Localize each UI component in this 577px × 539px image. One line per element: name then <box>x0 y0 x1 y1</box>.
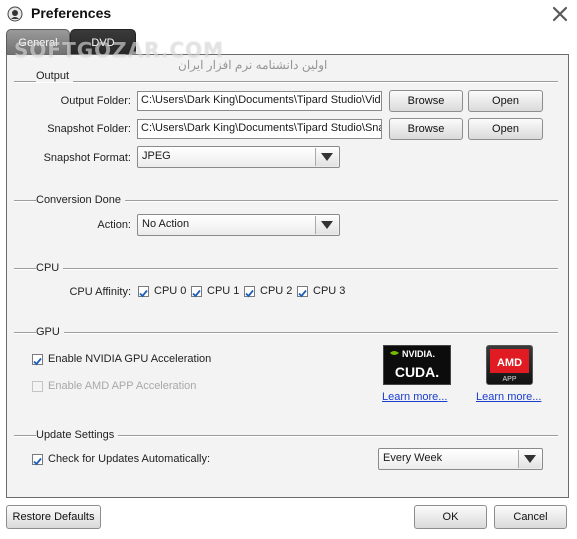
gpu-divider <box>14 332 558 334</box>
app-logo-icon <box>7 6 23 22</box>
nvidia-learn-more-link[interactable]: Learn more... <box>382 391 447 403</box>
chevron-down-icon[interactable] <box>518 450 541 468</box>
cancel-button[interactable]: Cancel <box>494 505 567 529</box>
snapshot-folder-field[interactable]: C:\Users\Dark King\Documents\Tipard Stud… <box>137 119 382 139</box>
cpu2-checkbox[interactable] <box>244 286 255 298</box>
amd-learn-more-link[interactable]: Learn more... <box>476 391 541 403</box>
snapshot-browse-button[interactable]: Browse <box>389 118 463 140</box>
cpu0-label: CPU 0 <box>154 285 187 297</box>
cpu0-checkbox[interactable] <box>138 286 149 298</box>
update-frequency-select[interactable]: Every Week <box>378 448 543 470</box>
action-label: Action: <box>97 219 131 231</box>
window-title: Preferences <box>31 5 112 21</box>
snapshot-format-label: Snapshot Format: <box>43 152 131 164</box>
output-section-label: Output <box>36 70 74 82</box>
output-folder-field[interactable]: C:\Users\Dark King\Documents\Tipard Stud… <box>137 91 382 111</box>
cuda-logo-text: CUDA. <box>395 364 439 380</box>
cpu1-label: CPU 1 <box>207 285 240 297</box>
output-folder-label: Output Folder: <box>60 95 131 107</box>
ok-button[interactable]: OK <box>414 505 487 529</box>
amd-logo-text: AMD <box>497 357 522 369</box>
chevron-down-icon[interactable] <box>315 216 338 234</box>
title-bar: Preferences <box>0 0 577 28</box>
nvidia-cuda-logo: NVIDIA. CUDA. <box>383 345 451 385</box>
snapshot-format-value: JPEG <box>142 150 171 162</box>
action-value: No Action <box>142 218 190 230</box>
app-logo-text: APP <box>502 376 516 383</box>
snapshot-format-select[interactable]: JPEG <box>137 146 340 168</box>
output-browse-button[interactable]: Browse <box>389 90 463 112</box>
check-updates-label: Check for Updates Automatically: <box>48 453 211 465</box>
nvidia-gpu-label: Enable NVIDIA GPU Acceleration <box>48 353 212 365</box>
cpu3-label: CPU 3 <box>313 285 346 297</box>
snapshot-folder-label: Snapshot Folder: <box>47 123 131 135</box>
nvidia-logo-text: NVIDIA. <box>402 349 435 359</box>
restore-defaults-button[interactable]: Restore Defaults <box>6 505 101 529</box>
watermark-subtext: اولین دانشنامه نرم افزار ایران <box>178 58 328 72</box>
nvidia-gpu-checkbox[interactable] <box>32 354 43 366</box>
chevron-down-icon[interactable] <box>315 148 338 166</box>
output-divider <box>14 81 558 83</box>
snapshot-open-button[interactable]: Open <box>468 118 543 140</box>
close-icon[interactable] <box>551 5 569 23</box>
update-section-label: Update Settings <box>36 429 119 441</box>
cpu2-label: CPU 2 <box>260 285 293 297</box>
cpu-affinity-label: CPU Affinity: <box>69 286 131 298</box>
amd-app-logo: AMD APP <box>486 345 533 385</box>
update-frequency-value: Every Week <box>383 452 443 464</box>
cpu-section-label: CPU <box>36 262 64 274</box>
conversion-section-label: Conversion Done <box>36 194 125 206</box>
check-icon <box>245 289 254 298</box>
amd-gpu-checkbox[interactable] <box>32 381 43 392</box>
cpu-divider <box>14 268 558 270</box>
check-icon <box>139 289 148 298</box>
cpu3-checkbox[interactable] <box>297 286 308 298</box>
action-select[interactable]: No Action <box>137 214 340 236</box>
gpu-section-label: GPU <box>36 326 64 338</box>
amd-gpu-label: Enable AMD APP Acceleration <box>48 380 197 392</box>
check-icon <box>298 289 307 298</box>
check-icon <box>33 457 42 466</box>
check-updates-checkbox[interactable] <box>32 454 43 466</box>
output-open-button[interactable]: Open <box>468 90 543 112</box>
check-icon <box>33 357 42 366</box>
cpu1-checkbox[interactable] <box>191 286 202 298</box>
check-icon <box>192 289 201 298</box>
